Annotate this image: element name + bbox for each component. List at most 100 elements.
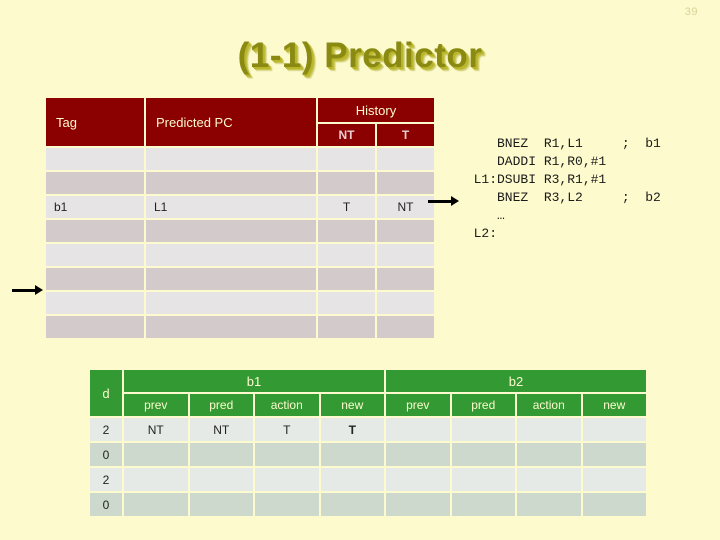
table-row: [46, 316, 434, 338]
cell-predicted-pc: [146, 268, 316, 290]
cell-history-nt: [318, 148, 375, 170]
arrow-right-icon-left: [12, 284, 43, 296]
column-header-b2: b2: [386, 370, 646, 392]
cell-tag: [46, 292, 144, 314]
slide-number: 39: [684, 6, 698, 18]
cell-b2-new: [582, 468, 646, 491]
cell-b2-new: [582, 418, 646, 441]
cell-tag: [46, 268, 144, 290]
column-header-b1: b1: [124, 370, 384, 392]
cell-b2-prev: [386, 443, 450, 466]
table-row: [46, 172, 434, 194]
cell-history-t: [377, 244, 434, 266]
column-header-predicted-pc: Predicted PC: [146, 98, 316, 146]
cell-b1-action: [255, 468, 319, 491]
cell-history-t: [377, 268, 434, 290]
cell-b1-action: [255, 443, 319, 466]
table-row: [46, 292, 434, 314]
cell-predicted-pc: [146, 244, 316, 266]
predictor-table-body: b1 L1 T NT: [46, 148, 434, 338]
cell-predicted-pc: [146, 316, 316, 338]
predictor-header-row-1: Tag Predicted PC History: [46, 98, 434, 146]
arrow-right-icon-code: [428, 195, 459, 207]
cell-tag: [46, 220, 144, 242]
cell-history-t: [377, 172, 434, 194]
column-header-history: History: [318, 98, 434, 122]
trace-header-row-2: prev pred action new prev pred action ne…: [90, 394, 646, 416]
assembly-code-listing: BNEZ R1,L1 ; b1 DADDI R1,R0,#1 L1:DSUBI …: [473, 136, 661, 241]
table-row: 2: [90, 468, 646, 491]
cell-b2-action: [517, 493, 581, 516]
cell-predicted-pc: [146, 220, 316, 242]
cell-history-nt: [318, 244, 375, 266]
cell-tag: b1: [46, 196, 144, 218]
cell-tag: [46, 148, 144, 170]
table-row: [46, 244, 434, 266]
column-header-b1-prev: prev: [124, 394, 188, 416]
cell-b2-prev: [386, 493, 450, 516]
trace-table-body: 2 NT NT T T 0 2 0: [90, 418, 646, 516]
predictor-table-head: Tag Predicted PC History NT T: [46, 98, 434, 146]
cell-b2-action: [517, 468, 581, 491]
cell-history-t: NT: [377, 196, 434, 218]
table-row: [46, 268, 434, 290]
cell-b2-new: [582, 443, 646, 466]
cell-predicted-pc: [146, 292, 316, 314]
table-row: [46, 148, 434, 170]
column-header-b2-pred: pred: [451, 394, 515, 416]
cell-b1-prev: [124, 468, 188, 491]
cell-history-t: [377, 220, 434, 242]
arrow-head: [35, 285, 43, 295]
cell-d: 0: [90, 443, 122, 466]
cell-predicted-pc: [146, 148, 316, 170]
cell-b1-new: [320, 443, 384, 466]
arrow-shaft: [12, 288, 36, 292]
cell-history-nt: T: [318, 196, 375, 218]
cell-b1-pred: [189, 493, 253, 516]
column-header-history-nt: NT: [318, 124, 375, 146]
predictor-table: Tag Predicted PC History NT T b1 L1 T NT: [44, 96, 436, 340]
column-header-history-t: T: [377, 124, 434, 146]
column-header-b2-action: action: [517, 394, 581, 416]
cell-b1-prev: NT: [124, 418, 188, 441]
column-header-b1-new: new: [320, 394, 384, 416]
column-header-tag: Tag: [46, 98, 144, 146]
cell-history-t: [377, 316, 434, 338]
table-row: 2 NT NT T T: [90, 418, 646, 441]
cell-history-nt: [318, 172, 375, 194]
cell-b1-prev: [124, 443, 188, 466]
cell-b2-action: [517, 418, 581, 441]
table-row: b1 L1 T NT: [46, 196, 434, 218]
cell-b1-pred: NT: [189, 418, 253, 441]
trace-table: d b1 b2 prev pred action new prev pred a…: [88, 368, 648, 518]
cell-predicted-pc: [146, 172, 316, 194]
cell-history-nt: [318, 316, 375, 338]
cell-b2-new: [582, 493, 646, 516]
page-title: (1-1) Predictor: [237, 36, 483, 75]
cell-b1-new: T: [320, 418, 384, 441]
cell-b1-new: [320, 493, 384, 516]
cell-predicted-pc: L1: [146, 196, 316, 218]
trace-table-head: d b1 b2 prev pred action new prev pred a…: [90, 370, 646, 416]
column-header-b1-pred: pred: [189, 394, 253, 416]
table-row: 0: [90, 493, 646, 516]
cell-b2-pred: [451, 468, 515, 491]
column-header-d: d: [90, 370, 122, 416]
column-header-b2-new: new: [582, 394, 646, 416]
column-header-b2-prev: prev: [386, 394, 450, 416]
cell-b1-action: T: [255, 418, 319, 441]
cell-b2-pred: [451, 493, 515, 516]
cell-d: 2: [90, 468, 122, 491]
arrow-shaft: [428, 199, 452, 203]
cell-b2-action: [517, 443, 581, 466]
cell-history-t: [377, 148, 434, 170]
cell-history-t: [377, 292, 434, 314]
trace-header-row-1: d b1 b2: [90, 370, 646, 416]
column-header-b1-action: action: [255, 394, 319, 416]
cell-d: 2: [90, 418, 122, 441]
cell-b1-pred: [189, 468, 253, 491]
cell-history-nt: [318, 292, 375, 314]
table-row: 0: [90, 443, 646, 466]
cell-b2-prev: [386, 418, 450, 441]
cell-b1-action: [255, 493, 319, 516]
